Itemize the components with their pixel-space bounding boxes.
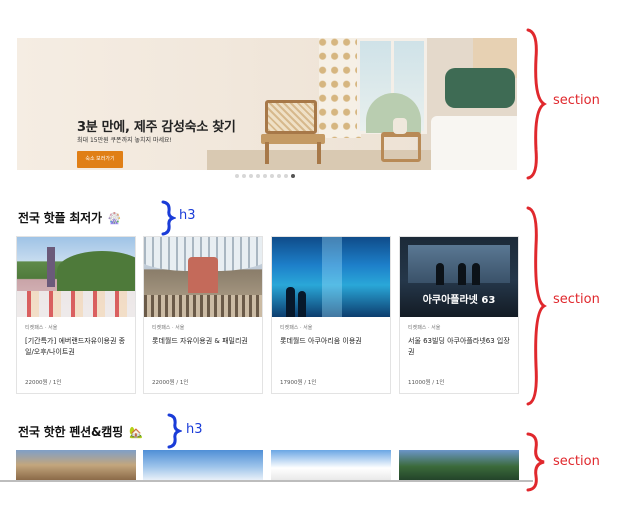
ferris-wheel-icon: 🎡 (107, 212, 122, 225)
product-card[interactable]: 티켓패스 · 서울 롯데월드 아쿠아리움 이용권 17900원 / 1인 (271, 236, 391, 394)
carousel-dot[interactable] (242, 174, 246, 178)
product-name[interactable]: [기간특가] 에버랜드자유이용권 종일/오후/나이트권 (25, 336, 131, 358)
banner-subtitle: 최대 15만원 쿠폰까지 놓치지 마세요! (77, 137, 172, 144)
product-category: 티켓패스 · 서울 (408, 325, 441, 331)
carousel-dot[interactable] (284, 174, 288, 178)
carousel-dot[interactable] (263, 174, 267, 178)
carousel-dot[interactable] (249, 174, 253, 178)
product-category: 티켓패스 · 서울 (280, 325, 313, 331)
product-price: 22000원 / 1인 (25, 380, 62, 386)
house-with-garden-icon: 🏡 (128, 426, 143, 439)
h3-annotation-label: h3 (186, 422, 203, 437)
h3-brace-icon (161, 200, 176, 236)
section-brace-icon (526, 28, 547, 180)
product-card[interactable]: 아쿠아플라넷 63 티켓패스 · 서울 서울 63빌딩 아쿠아플라넷63 입장권… (399, 236, 519, 394)
section-heading-text: 전국 핫플 최저가 (18, 211, 102, 225)
product-image-everland (17, 237, 135, 317)
carousel-dot[interactable] (277, 174, 281, 178)
product-card[interactable]: 티켓패스 · 서울 롯데월드 자유이용권 & 패밀리권 22000원 / 1인 (143, 236, 263, 394)
view-stays-button[interactable]: 숙소 보러가기 (77, 151, 123, 168)
carousel-dot[interactable] (270, 174, 274, 178)
product-image-aquarium (272, 237, 390, 317)
pension-card-image[interactable] (16, 450, 136, 480)
banner-photo-bed (431, 116, 517, 170)
image-visitor (472, 263, 480, 285)
image-visitor (286, 287, 295, 317)
product-name[interactable]: 롯데월드 아쿠아리움 이용권 (280, 336, 386, 347)
image-logo-text: 아쿠아플라넷 63 (422, 295, 496, 306)
product-image-lotte-world (144, 237, 262, 317)
image-tower (47, 247, 55, 287)
product-category: 티켓패스 · 서울 (25, 325, 58, 331)
product-price: 11000원 / 1인 (408, 380, 445, 386)
product-price: 22000원 / 1인 (152, 380, 189, 386)
promo-banner[interactable]: 3분 만에, 제주 감성숙소 찾기 최대 15만원 쿠폰까지 놓치지 마세요! … (17, 38, 517, 170)
pension-card-image[interactable] (399, 450, 519, 480)
section-brace-icon (526, 432, 545, 492)
banner-photo-chair-leg (265, 142, 269, 164)
product-card[interactable]: 티켓패스 · 서울 [기간특가] 에버랜드자유이용권 종일/오후/나이트권 22… (16, 236, 136, 394)
image-mountain (57, 251, 135, 291)
section-heading-pension: 전국 핫한 펜션&캠핑 🏡 (18, 423, 143, 440)
banner-photo-side-table (381, 132, 421, 162)
banner-photo-window (357, 38, 427, 134)
image-castle (188, 257, 218, 293)
image-visitor (436, 263, 444, 285)
product-image-aquaplanet63: 아쿠아플라넷 63 (400, 237, 518, 317)
product-price: 17900원 / 1인 (280, 380, 317, 386)
h3-annotation-label: h3 (179, 208, 196, 223)
pension-card-image[interactable] (271, 450, 391, 480)
product-name[interactable]: 롯데월드 자유이용권 & 패밀리권 (152, 336, 258, 347)
product-category: 티켓패스 · 서울 (152, 325, 185, 331)
banner-title: 3분 만에, 제주 감성숙소 찾기 (77, 120, 236, 135)
carousel-dot-active[interactable] (291, 174, 295, 178)
banner-photo-chair-leg (317, 142, 321, 164)
image-crowd (144, 295, 262, 317)
banner-photo-chair (265, 100, 317, 134)
horizontal-scrollbar[interactable] (0, 480, 533, 482)
pension-card-image[interactable] (143, 450, 263, 480)
section-annotation-label: section (553, 93, 600, 108)
product-name[interactable]: 서울 63빌딩 아쿠아플라넷63 입장권 (408, 336, 514, 358)
banner-photo-vase (393, 118, 407, 134)
image-visitor (298, 291, 306, 317)
h3-brace-icon (167, 413, 182, 449)
banner-photo-curtain (319, 38, 361, 138)
carousel-pagination (235, 174, 295, 180)
carousel-dot[interactable] (235, 174, 239, 178)
section-annotation-label: section (553, 454, 600, 469)
section-heading-text: 전국 핫한 펜션&캠핑 (18, 425, 123, 439)
carousel-dot[interactable] (256, 174, 260, 178)
image-light-ray (322, 237, 342, 317)
image-visitor (458, 263, 466, 285)
banner-photo-pillow (445, 68, 515, 108)
section-brace-icon (526, 206, 547, 406)
section-heading-lowest: 전국 핫플 최저가 🎡 (18, 209, 122, 226)
image-tents (17, 291, 135, 317)
banner-photo-chair-seat (261, 134, 325, 144)
section-annotation-label: section (553, 292, 600, 307)
